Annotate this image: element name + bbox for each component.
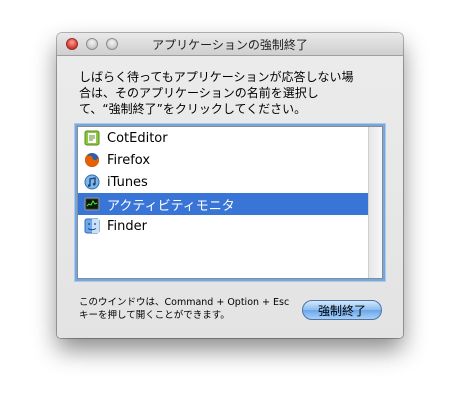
app-label: アクティビティモニタ [107, 198, 235, 214]
title-bar[interactable]: アプリケーションの強制終了 [57, 33, 403, 56]
finder-icon [84, 218, 100, 234]
help-line-2: キーを押して開くことができます。 [79, 310, 230, 321]
shortcut-help-text: このウインドウは、Command + Option + Esc キーを押して開く… [79, 296, 319, 322]
activity-monitor-icon [84, 197, 100, 211]
instruction-line-2: 合は、そのアプリケーションの名前を選択し [79, 86, 319, 100]
list-scrollbar[interactable] [368, 127, 382, 278]
coteditor-icon [84, 130, 100, 146]
app-label: iTunes [107, 174, 148, 190]
force-quit-window: アプリケーションの強制終了 しばらく待ってもアプリケーションが応答しない場 合は… [57, 33, 403, 338]
instruction-line-3: て、“強制終了”をクリックしてください。 [79, 102, 307, 116]
instruction-text: しばらく待ってもアプリケーションが応答しない場 合は、そのアプリケーションの名前… [79, 69, 379, 117]
firefox-icon [85, 153, 99, 167]
itunes-icon [84, 174, 100, 190]
instruction-line-1: しばらく待ってもアプリケーションが応答しない場 [79, 70, 354, 84]
force-quit-button[interactable]: 強制終了 [302, 300, 382, 320]
app-row-activity-monitor[interactable]: アクティビティモニタ [78, 193, 368, 215]
application-rows: CotEditor Firefox iTunes アクティビティモニタ Find… [78, 127, 368, 237]
window-title: アプリケーションの強制終了 [152, 38, 308, 52]
app-row-itunes[interactable]: iTunes [78, 171, 368, 193]
help-line-1: このウインドウは、Command + Option + Esc [79, 297, 290, 308]
app-row-coteditor[interactable]: CotEditor [78, 127, 368, 149]
app-label: Firefox [107, 152, 151, 168]
app-row-firefox[interactable]: Firefox [78, 149, 368, 171]
app-label: Finder [107, 218, 147, 234]
app-row-finder[interactable]: Finder [78, 215, 368, 237]
application-list[interactable]: CotEditor Firefox iTunes アクティビティモニタ Find… [77, 126, 383, 279]
app-label: CotEditor [107, 130, 168, 146]
